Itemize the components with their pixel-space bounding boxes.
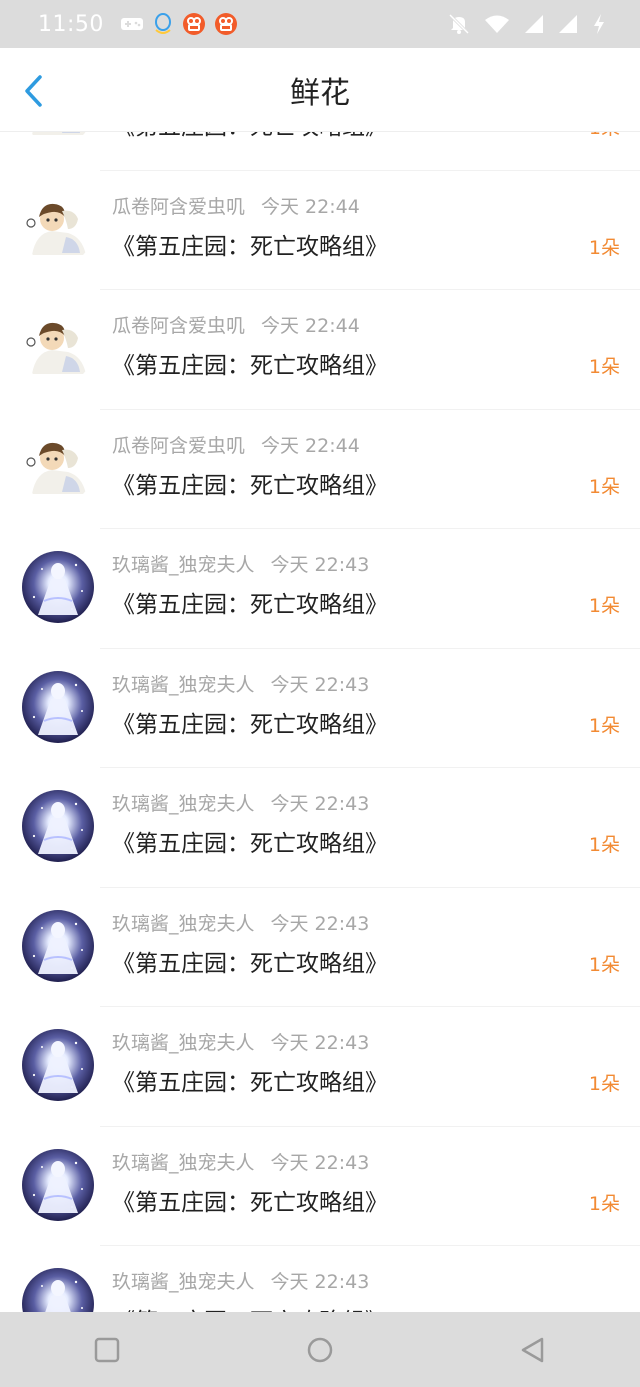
sender-name[interactable]: 玖璃酱_独宠夫人: [112, 913, 255, 935]
send-time: 今天 22:43: [270, 673, 370, 696]
page-title: 鲜花: [290, 75, 350, 111]
sender-name[interactable]: 玖璃酱_独宠夫人: [112, 1032, 255, 1054]
avatar[interactable]: [22, 909, 94, 982]
send-time: 今天 22:43: [270, 1032, 370, 1054]
send-time: 今天 22:44: [261, 434, 360, 457]
avatar[interactable]: [22, 431, 94, 504]
avatar[interactable]: [22, 1029, 94, 1101]
sender-name[interactable]: 瓜卷阿含爱虫叽: [112, 315, 245, 337]
avatar[interactable]: [22, 670, 94, 743]
book-title: 《第五庄园：死亡攻略组》: [112, 472, 388, 499]
sender-line: 玖璃酱_独宠夫人 今天 22:43: [112, 670, 369, 697]
send-time: 今天 22:43: [270, 912, 370, 935]
wifi-icon: [484, 14, 510, 34]
mute-icon: [448, 13, 470, 35]
sender-line: 玖璃酱_独宠夫人 今天 22:43: [112, 1148, 369, 1175]
recents-square-icon[interactable]: [62, 1312, 152, 1387]
sender-name[interactable]: 玖璃酱_独宠夫人: [112, 674, 255, 696]
book-title: 《第五庄园：死亡攻略组》: [112, 131, 388, 141]
sender-name[interactable]: 玖璃酱_独宠夫人: [112, 793, 255, 815]
send-time: 今天 22:43: [270, 1271, 370, 1293]
send-time: 今天 22:44: [261, 315, 360, 337]
sender-name[interactable]: 玖璃酱_独宠夫人: [112, 1271, 255, 1293]
sender-line: 玖璃酱_独宠夫人 今天 22:43: [112, 789, 369, 816]
back-icon[interactable]: [22, 74, 46, 108]
send-time: 今天 22:44: [261, 195, 360, 218]
list-item[interactable]: 玖璃酱_独宠夫人今天 22:43 《第五庄园：死亡攻略组》 1朵: [0, 1007, 640, 1127]
send-time: 今天 22:43: [270, 793, 370, 815]
book-title: 《第五庄园：死亡攻略组》: [112, 711, 388, 738]
signal-icon: [524, 14, 544, 34]
system-status-icons: [448, 0, 606, 48]
status-bar: 11:50: [0, 0, 640, 48]
sender-name[interactable]: 瓜卷阿含爱虫叽: [112, 196, 245, 218]
signal-icon: [558, 14, 578, 34]
notification-icons: [120, 12, 238, 36]
gamepad-icon: [120, 16, 144, 32]
avatar[interactable]: [22, 131, 94, 145]
avatar[interactable]: [22, 192, 94, 265]
send-time: 今天 22:43: [270, 554, 370, 576]
list-item[interactable]: 玖璃酱_独宠夫人今天 22:43 《第五庄园：死亡攻略组》 1朵: [0, 529, 640, 649]
avatar[interactable]: [22, 1148, 94, 1221]
flower-count: 1朵: [588, 714, 620, 737]
sender-line: 瓜卷阿含爱虫叽 今天 22:44: [112, 431, 360, 458]
flower-count: 1朵: [588, 595, 620, 617]
home-circle-icon[interactable]: [275, 1312, 365, 1387]
list-item[interactable]: 玖璃酱_独宠夫人今天 22:43 《第五庄园：死亡攻略组》 1朵: [0, 1127, 640, 1246]
book-title: 《第五庄园：死亡攻略组》: [112, 353, 388, 379]
list-item[interactable]: 瓜卷阿含爱虫叽今天 22:44 《第五庄园：死亡攻略组》 1朵: [0, 410, 640, 529]
list-item[interactable]: 玖璃酱_独宠夫人今天 22:43 《第五庄园：死亡攻略组》 1朵: [0, 768, 640, 888]
avatar[interactable]: [22, 312, 94, 384]
app-icon: [214, 12, 238, 36]
flower-count: 1朵: [588, 1192, 620, 1215]
charging-icon: [592, 13, 606, 35]
sender-name[interactable]: 玖璃酱_独宠夫人: [112, 1152, 255, 1174]
app-header: 鲜花: [0, 48, 640, 132]
back-triangle-icon[interactable]: [488, 1312, 578, 1387]
flower-count: 1朵: [588, 475, 620, 498]
qq-icon: [152, 12, 174, 36]
book-title: 《第五庄园：死亡攻略组》: [112, 592, 388, 618]
sender-name[interactable]: 瓜卷阿含爱虫叽: [112, 435, 245, 457]
flower-count: 1朵: [588, 356, 620, 378]
book-title: 《第五庄园：死亡攻略组》: [112, 1070, 388, 1096]
list-item[interactable]: 玖璃酱_独宠夫人今天 22:43 《第五庄园：死亡攻略组》 1朵: [0, 888, 640, 1007]
sender-line: 玖璃酱_独宠夫人 今天 22:43: [112, 1028, 369, 1055]
flower-count: 1朵: [589, 131, 620, 140]
list-item[interactable]: 玖璃酱_独宠夫人今天 22:43《第五庄园：死亡攻略组》1朵: [0, 1246, 640, 1312]
sender-name[interactable]: 玖璃酱_独宠夫人: [112, 554, 255, 576]
book-title: 《第五庄园：死亡攻略组》: [112, 233, 388, 260]
list-item[interactable]: 瓜卷阿含爱虫叽今天 22:44 《第五庄园：死亡攻略组》 1朵: [0, 290, 640, 410]
send-time: 今天 22:43: [270, 1151, 370, 1174]
status-time: 11:50: [38, 11, 104, 37]
sender-line: 瓜卷阿含爱虫叽 今天 22:44: [112, 311, 360, 338]
sender-line: 瓜卷阿含爱虫叽 今天 22:44: [112, 192, 360, 219]
avatar[interactable]: [22, 1268, 94, 1312]
book-title: 《第五庄园：死亡攻略组》: [112, 950, 388, 977]
sender-line: 玖璃酱_独宠夫人 今天 22:43: [112, 1267, 369, 1294]
list-item[interactable]: 瓜卷阿含爱虫叽今天 22:44 《第五庄园：死亡攻略组》 1朵: [0, 171, 640, 290]
avatar[interactable]: [22, 551, 94, 623]
flower-count: 1朵: [588, 953, 620, 976]
sender-line: 玖璃酱_独宠夫人 今天 22:43: [112, 909, 369, 936]
book-title: 《第五庄园：死亡攻略组》: [112, 1189, 388, 1216]
list-item[interactable]: 玖璃酱_独宠夫人今天 22:43 《第五庄园：死亡攻略组》 1朵: [0, 649, 640, 768]
flower-gift-list[interactable]: 瓜卷阿含爱虫叽 今天 22:44 《第五庄园：死亡攻略组》 1朵 瓜卷阿含爱虫叽 今天 2…: [0, 131, 640, 1312]
flower-count: 1朵: [588, 834, 620, 856]
system-nav-bar: [0, 1312, 640, 1387]
flower-count: 1朵: [588, 1073, 620, 1095]
book-title: 《第五庄园：死亡攻略组》: [112, 1302, 388, 1312]
list-item[interactable]: 瓜卷阿含爱虫叽今天 22:44《第五庄园：死亡攻略组》1朵: [0, 131, 640, 171]
avatar[interactable]: [22, 790, 94, 862]
app-icon: [182, 12, 206, 36]
book-title: 《第五庄园：死亡攻略组》: [112, 831, 388, 857]
sender-line: 玖璃酱_独宠夫人 今天 22:43: [112, 550, 369, 577]
flower-count: 1朵: [588, 236, 620, 259]
